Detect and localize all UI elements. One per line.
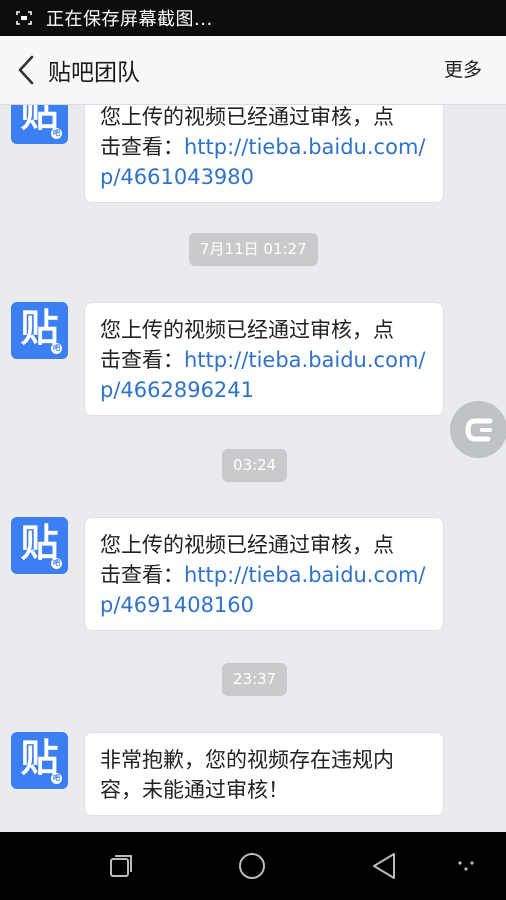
back-nav-button[interactable]: [354, 832, 414, 900]
avatar-badge: 吧: [51, 773, 62, 784]
chat-header: 贴吧团队 更多: [0, 36, 506, 105]
message-link[interactable]: http://tieba.baidu.com/: [184, 348, 425, 372]
message-text: 您上传的视频已经通过审核，点: [100, 105, 394, 129]
message-bubble: 您上传的视频已经通过审核，点 击查看：http://tieba.baidu.co…: [84, 517, 444, 631]
screenshot-icon: [16, 11, 32, 25]
avatar[interactable]: 贴 吧: [11, 517, 68, 574]
timestamp: 03:24: [222, 449, 288, 482]
more-button[interactable]: 更多: [444, 36, 482, 104]
menu-dots-icon: [458, 861, 474, 871]
status-bar: 正在保存屏幕截图...: [0, 0, 506, 36]
message-bubble: 您上传的视频已经通过审核，点 击查看：http://tieba.baidu.co…: [84, 302, 444, 416]
back-button[interactable]: [4, 36, 48, 104]
c-logo-icon: [464, 418, 492, 441]
message-link[interactable]: p/4662896241: [100, 375, 428, 405]
message-text: 击查看：: [100, 348, 184, 372]
message-text: 击查看：: [100, 135, 184, 159]
message-link[interactable]: p/4661043980: [100, 162, 428, 192]
message-list[interactable]: 贴 吧 您上传的视频已经通过审核，点 击查看：http://tieba.baid…: [0, 105, 506, 832]
avatar-badge: 吧: [51, 558, 62, 569]
recent-apps-button[interactable]: [91, 832, 151, 900]
avatar-badge: 吧: [51, 128, 62, 139]
message-bubble: 非常抱歉，您的视频存在违规内 容，未能通过审核！: [84, 732, 444, 816]
message-link[interactable]: http://tieba.baidu.com/: [184, 563, 425, 587]
message-text: 您上传的视频已经通过审核，点: [100, 533, 394, 557]
message-text: 非常抱歉，您的视频存在违规内: [100, 748, 394, 772]
avatar[interactable]: 贴 吧: [11, 302, 68, 359]
menu-button[interactable]: [436, 832, 496, 900]
home-button[interactable]: [222, 832, 282, 900]
chevron-left-icon: [18, 55, 34, 85]
system-nav-bar: [0, 832, 506, 900]
status-text: 正在保存屏幕截图...: [46, 9, 213, 30]
message-text: 击查看：: [100, 563, 184, 587]
recent-apps-icon: [110, 855, 132, 877]
message-link[interactable]: http://tieba.baidu.com/: [184, 135, 425, 159]
message-text: 容，未能通过审核！: [100, 778, 289, 802]
avatar[interactable]: 贴 吧: [11, 105, 68, 144]
back-triangle-icon: [373, 853, 395, 879]
message-text: 您上传的视频已经通过审核，点: [100, 318, 394, 342]
page-title: 贴吧团队: [48, 60, 140, 86]
home-icon: [239, 853, 265, 879]
timestamp: 7月11日 01:27: [189, 233, 318, 266]
avatar[interactable]: 贴 吧: [11, 732, 68, 789]
floating-action-button[interactable]: [450, 401, 506, 458]
avatar-badge: 吧: [51, 343, 62, 354]
message-link[interactable]: p/4691408160: [100, 590, 428, 620]
timestamp: 23:37: [222, 663, 288, 696]
message-bubble: 您上传的视频已经通过审核，点 击查看：http://tieba.baidu.co…: [84, 105, 444, 203]
